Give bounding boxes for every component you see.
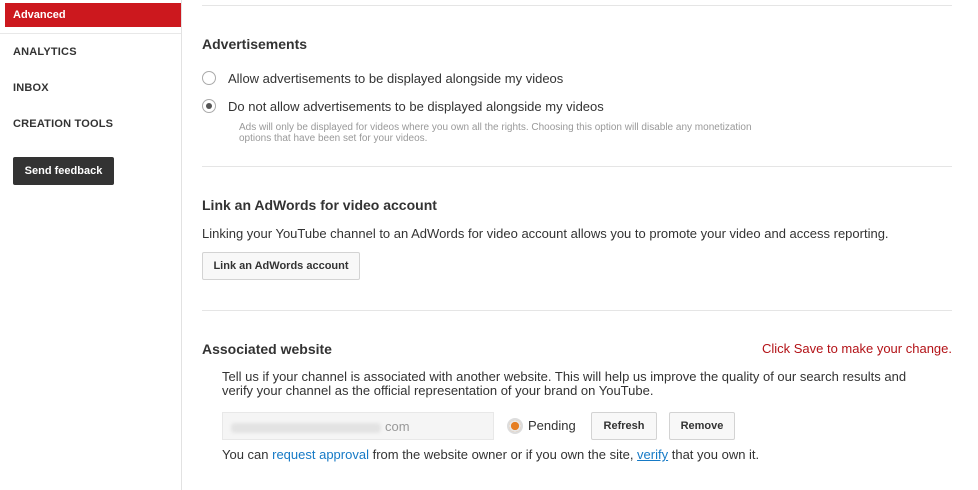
adwords-heading: Link an AdWords for video account [202, 197, 437, 213]
ads-note: Ads will only be displayed for videos wh… [239, 122, 752, 144]
send-feedback-button[interactable]: Send feedback [13, 157, 114, 185]
footer-text: You can [222, 447, 273, 462]
label-allow-ads: Allow advertisements to be displayed alo… [228, 71, 564, 86]
radio-allow-ads[interactable] [202, 71, 216, 85]
website-footer: You can request approval from the websit… [222, 447, 759, 462]
ads-heading: Advertisements [202, 36, 308, 52]
request-approval-link[interactable]: request approval [272, 447, 369, 462]
pending-status-icon [507, 418, 523, 434]
divider [202, 310, 952, 311]
label-disallow-ads: Do not allow advertisements to be displa… [228, 99, 604, 114]
save-notice: Click Save to make your change. [761, 341, 952, 356]
sidebar-item-creation-tools[interactable]: CREATION TOOLS [13, 118, 113, 130]
website-heading: Associated website [202, 341, 332, 357]
verify-link[interactable]: verify [637, 447, 668, 462]
pending-status-label: Pending [528, 418, 576, 433]
website-description: Tell us if your channel is associated wi… [222, 369, 907, 398]
remove-button[interactable]: Remove [669, 412, 735, 440]
sidebar-item-inbox[interactable]: INBOX [13, 82, 49, 94]
sidebar-divider [0, 33, 181, 34]
link-adwords-button[interactable]: Link an AdWords account [202, 252, 360, 280]
radio-disallow-ads[interactable] [202, 99, 216, 113]
advanced-settings-panel: Advertisements Allow advertisements to b… [202, 0, 952, 490]
sidebar-item-advanced[interactable]: Advanced [5, 3, 181, 27]
footer-text: that you own it. [668, 447, 760, 462]
url-suffix: com [385, 419, 410, 434]
refresh-button[interactable]: Refresh [591, 412, 657, 440]
sidebar: Advanced ANALYTICS INBOX CREATION TOOLS … [0, 0, 182, 490]
redacted-url [231, 422, 381, 433]
website-url-field[interactable]: com [222, 412, 494, 440]
divider [202, 166, 952, 167]
footer-text: from the website owner or if you own the… [368, 447, 638, 462]
divider [202, 5, 952, 6]
sidebar-item-analytics[interactable]: ANALYTICS [13, 46, 77, 58]
adwords-description: Linking your YouTube channel to an AdWor… [202, 226, 889, 241]
